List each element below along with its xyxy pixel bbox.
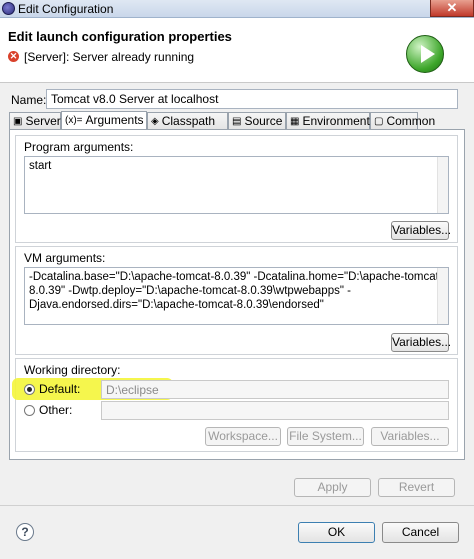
footer-separator: [0, 505, 474, 506]
program-arguments-label: Program arguments:: [24, 140, 134, 154]
eclipse-app-icon: [2, 2, 15, 15]
workspace-button[interactable]: Workspace...: [205, 427, 281, 446]
vm-arguments-line: -Dcatalina.base="D:\apache-tomcat-8.0.39…: [29, 271, 443, 283]
other-label: Other:: [39, 403, 73, 417]
name-input[interactable]: Tomcat v8.0 Server at localhost: [46, 89, 458, 109]
default-radio[interactable]: [24, 384, 35, 395]
common-icon: ▢: [374, 116, 384, 128]
variable-icon: (x)=: [65, 115, 83, 127]
vm-arguments-label: VM arguments:: [24, 251, 106, 265]
program-variables-button[interactable]: Variables...: [391, 221, 451, 240]
working-variables-button[interactable]: Variables...: [371, 427, 449, 446]
cancel-button[interactable]: Cancel: [382, 522, 459, 543]
apply-button[interactable]: Apply: [294, 478, 371, 497]
tab-label: Classpath: [161, 114, 216, 128]
tab-classpath[interactable]: ◈ Classpath: [147, 112, 228, 130]
window-close-button[interactable]: ✕: [430, 0, 474, 17]
environment-icon: ▦: [290, 116, 300, 128]
tab-label: Common: [386, 114, 436, 128]
tab-common[interactable]: ▢ Common: [370, 112, 435, 130]
other-radio[interactable]: [24, 405, 35, 416]
default-directory-field: D:\eclipse: [101, 380, 449, 399]
window-title: Edit Configuration: [18, 2, 114, 16]
source-icon: ▤: [232, 116, 242, 128]
vm-arguments-line: 8.0.39" -Dwtp.deploy="D:\apache-tomcat-8…: [29, 285, 351, 297]
default-label: Default:: [39, 382, 81, 396]
vm-arguments-line: Djava.endorsed.dirs="D:\apache-tomcat-8.…: [29, 299, 324, 311]
tab-arguments[interactable]: (x)= Arguments: [61, 111, 147, 131]
working-directory-label: Working directory:: [24, 363, 121, 377]
program-arguments-input[interactable]: start: [24, 156, 449, 214]
tab-label: Arguments: [85, 113, 144, 127]
program-arguments-text: start: [29, 160, 52, 172]
other-directory-field[interactable]: [101, 401, 449, 420]
run-icon: [406, 35, 444, 73]
dialog-title: Edit launch configuration properties: [8, 29, 232, 44]
error-icon: ✕: [8, 51, 19, 62]
classpath-icon: ◈: [151, 116, 159, 128]
error-message: [Server]: Server already running: [24, 50, 195, 64]
ok-button[interactable]: OK: [298, 522, 375, 543]
file-system-button[interactable]: File System...: [287, 427, 364, 446]
tab-label: Server: [25, 114, 61, 128]
tab-label: Environment: [302, 114, 370, 128]
program-arguments-scrollbar[interactable]: [437, 157, 448, 213]
vm-arguments-input[interactable]: -Dcatalina.base="D:\apache-tomcat-8.0.39…: [24, 267, 449, 325]
name-label: Name:: [11, 93, 47, 107]
tab-bar: ▣ Server (x)= Arguments ◈ Classpath ▤ Source…: [9, 111, 435, 131]
server-icon: ▣: [13, 116, 23, 128]
arguments-panel: Program arguments: start Variables... VM…: [9, 129, 465, 460]
vm-variables-button[interactable]: Variables...: [391, 333, 451, 352]
vm-arguments-group: VM arguments: -Dcatalina.base="D:\apache…: [15, 246, 458, 355]
program-arguments-group: Program arguments: start Variables...: [15, 135, 458, 243]
tab-environment[interactable]: ▦ Environment: [286, 112, 370, 130]
revert-button[interactable]: Revert: [378, 478, 455, 497]
working-directory-group: Working directory: Default: D:\eclipse O…: [12, 358, 458, 452]
tab-label: Source: [244, 114, 283, 128]
tab-source[interactable]: ▤ Source: [228, 112, 286, 130]
vm-arguments-scrollbar[interactable]: [437, 268, 448, 324]
tab-server[interactable]: ▣ Server: [9, 112, 61, 130]
help-icon[interactable]: ?: [16, 523, 34, 541]
